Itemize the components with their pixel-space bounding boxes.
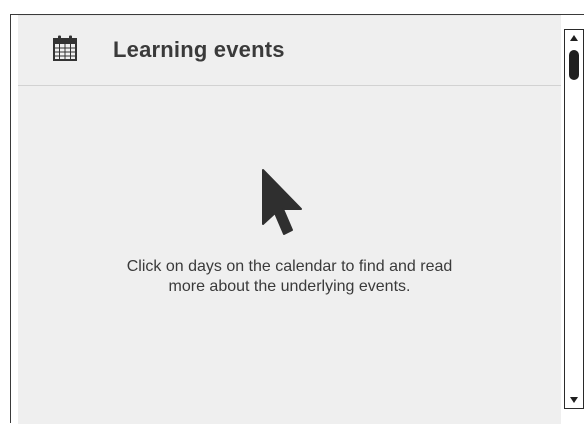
learning-events-panel: Learning events Click on days on the cal… bbox=[18, 15, 561, 424]
scroll-down-arrow-icon[interactable] bbox=[565, 393, 583, 407]
vertical-scrollbar[interactable] bbox=[564, 29, 584, 409]
empty-state-message: Click on days on the calendar to find an… bbox=[58, 257, 521, 297]
message-line-1: Click on days on the calendar to find an… bbox=[126, 258, 453, 275]
scroll-up-arrow-icon[interactable] bbox=[565, 31, 583, 45]
panel-title: Learning events bbox=[113, 37, 285, 62]
panel-header: Learning events bbox=[18, 16, 561, 86]
message-line-2: more about the underlying events. bbox=[168, 278, 411, 295]
calendar-icon bbox=[53, 35, 77, 61]
mouse-pointer-icon bbox=[262, 169, 302, 235]
scrollbar-thumb[interactable] bbox=[569, 50, 579, 80]
learning-events-frame: Learning events Click on days on the cal… bbox=[10, 14, 584, 424]
